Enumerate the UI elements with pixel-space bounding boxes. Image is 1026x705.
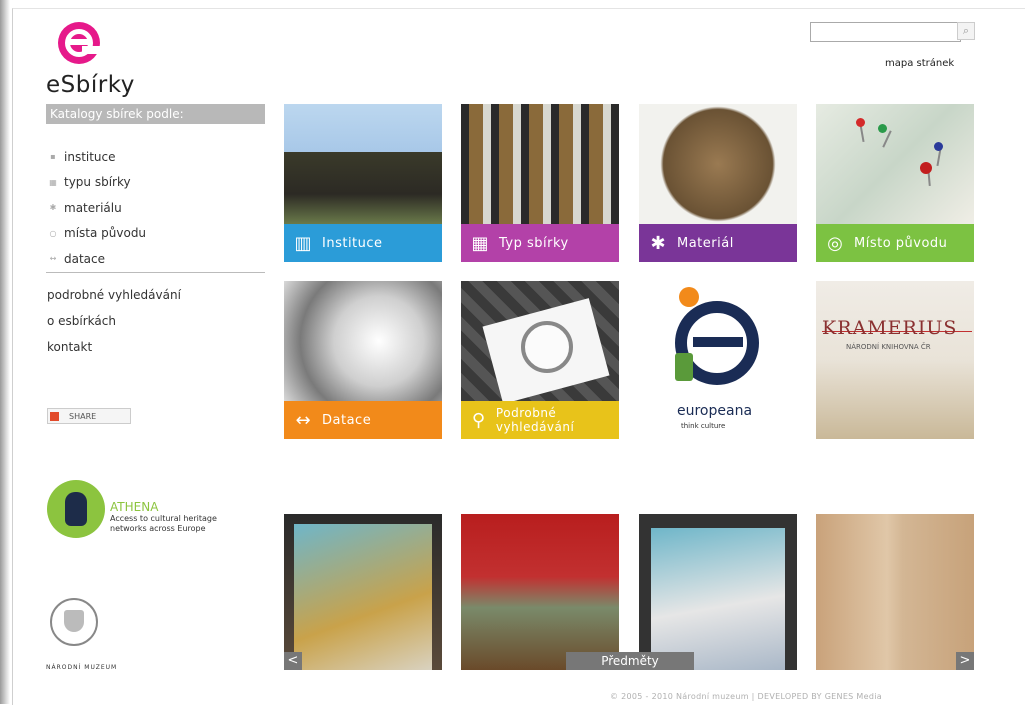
gallery-image-4[interactable] [816,514,974,670]
tile-bar: ✱ Materiál [639,224,797,262]
gallery-image-1[interactable] [284,514,442,670]
sidebar-item-typu-sbirky[interactable]: ▦ typu sbírky [48,170,146,196]
tile-instituce[interactable]: ▥ Instituce [284,104,442,262]
logo-gap [82,46,100,54]
gallery-label[interactable]: Předměty [566,652,694,670]
sitemap-link[interactable]: mapa stránek [885,58,954,69]
arrows-icon: ↔ [295,409,311,431]
gallery-image-3[interactable] [639,514,797,670]
logo-bar [67,39,91,45]
tile-datace[interactable]: ↔ Datace [284,281,442,439]
about-link[interactable]: o esbírkách [47,311,181,337]
sidebar-item-datace[interactable]: ↔ datace [48,246,146,272]
pin-red-icon [920,162,932,174]
tile-kramerius[interactable]: KRAMERIUS NÁRODNÍ KNIHOVNA ČR [816,281,974,439]
grid-icon: ▦ [49,177,57,187]
pin-blue-icon [934,142,943,151]
magnifier-glass [521,321,573,373]
catalog-heading: Katalogy sbírek podle: [46,104,265,124]
tile-label: Materiál [677,235,734,251]
tile-label: Datace [322,412,372,428]
share-icon [50,411,59,421]
europeana-e-bar [693,337,743,347]
pin-red-icon [856,118,865,127]
gallery-next-button[interactable]: > [956,652,974,670]
sidebar-item-label: instituce [64,149,116,164]
gallery-prev-button[interactable]: < [284,652,302,670]
magnifier-image [461,281,619,404]
building-icon: ▥ [294,232,312,254]
tile-label: Instituce [322,235,383,251]
tile-typ-sbirky[interactable]: ▦ Typ sbírky [461,104,619,262]
grid-icon: ▦ [471,232,489,254]
athena-owl-logo[interactable] [47,480,105,538]
building-icon: ▪ [50,152,56,162]
magnifier-icon: ⚲ [471,409,486,431]
pocket-watch-image [284,281,442,401]
sidebar-item-mista-puvodu[interactable]: ○ místa původu [48,221,147,247]
arrows-icon: ↔ [49,254,57,264]
kramerius-subtitle: NÁRODNÍ KNIHOVNA ČR [846,343,931,351]
tile-label: Typ sbírky [499,235,569,251]
kramerius-word: KRAMERIUS [822,317,958,339]
tile-europeana[interactable]: europeana think culture [639,281,797,439]
gallery-image-2[interactable] [461,514,619,670]
tile-bar: ◎ Místo původu [816,224,974,262]
map-pins-image [816,104,974,224]
europeana-green-block [675,353,693,381]
coin-image [639,104,797,224]
tile-bar: ▥ Instituce [284,224,442,262]
tile-bar: ⚲ Podrobné vyhledávání [461,401,619,439]
tile-label: Podrobné vyhledávání [495,406,575,434]
sidebar-item-instituce[interactable]: ▪ instituce [48,144,146,170]
tile-bar: ▦ Typ sbírky [461,224,619,262]
painting-saint [294,524,432,670]
search-input[interactable] [810,22,961,42]
esbirky-logo-icon[interactable] [58,22,100,64]
museum-building-image [284,104,442,224]
athena-subtitle: Access to cultural heritage networks acr… [110,514,217,533]
star-icon: ✱ [49,203,57,213]
target-icon: ◎ [827,232,843,254]
sidebar-divider [46,272,265,273]
advanced-search-link[interactable]: podrobné vyhledávání [47,285,181,311]
sidebar-links: podrobné vyhledávání o esbírkách kontakt [47,285,181,363]
sidebar-item-label: místa původu [64,226,147,241]
target-icon: ○ [49,228,57,238]
search-icon: ⌕ [962,24,970,37]
contact-link[interactable]: kontakt [47,337,181,363]
share-button[interactable]: SHARE [47,408,131,424]
tile-podrobne-vyhledavani[interactable]: ⚲ Podrobné vyhledávání [461,281,619,439]
collection-items-image [461,104,619,224]
tile-material[interactable]: ✱ Materiál [639,104,797,262]
athena-title[interactable]: ATHENA [110,500,158,514]
search-button[interactable]: ⌕ [957,22,975,40]
tile-misto-puvodu[interactable]: ◎ Místo původu [816,104,974,262]
seal-shield-icon [64,610,84,632]
share-label: SHARE [69,411,97,421]
tile-bar: ↔ Datace [284,401,442,439]
painting-horseman [651,528,785,670]
museum-seal-logo[interactable] [50,598,98,646]
tile-label: Místo původu [854,235,948,251]
sidebar-item-label: typu sbírky [64,175,131,190]
europeana-word: europeana [677,403,753,419]
footer-text: © 2005 - 2010 Národní muzeum | DEVELOPED… [610,692,882,701]
page-shadow [0,0,10,704]
europeana-tagline: think culture [681,422,726,430]
museum-label: NÁRODNÍ MUZEUM [46,664,118,671]
sidebar-item-label: datace [64,251,106,266]
pin-green-icon [878,124,887,133]
logo-text[interactable]: eSbírky [46,72,135,98]
pin-stem [882,130,892,148]
europeana-dot-icon [679,287,699,307]
star-icon: ✱ [650,232,666,254]
sidebar-item-label: materiálu [64,200,122,215]
owl-icon [65,492,87,526]
catalog-nav: ▪ instituce ▦ typu sbírky ✱ materiálu ○ … [48,144,146,272]
sidebar-item-materialu[interactable]: ✱ materiálu [48,195,146,221]
